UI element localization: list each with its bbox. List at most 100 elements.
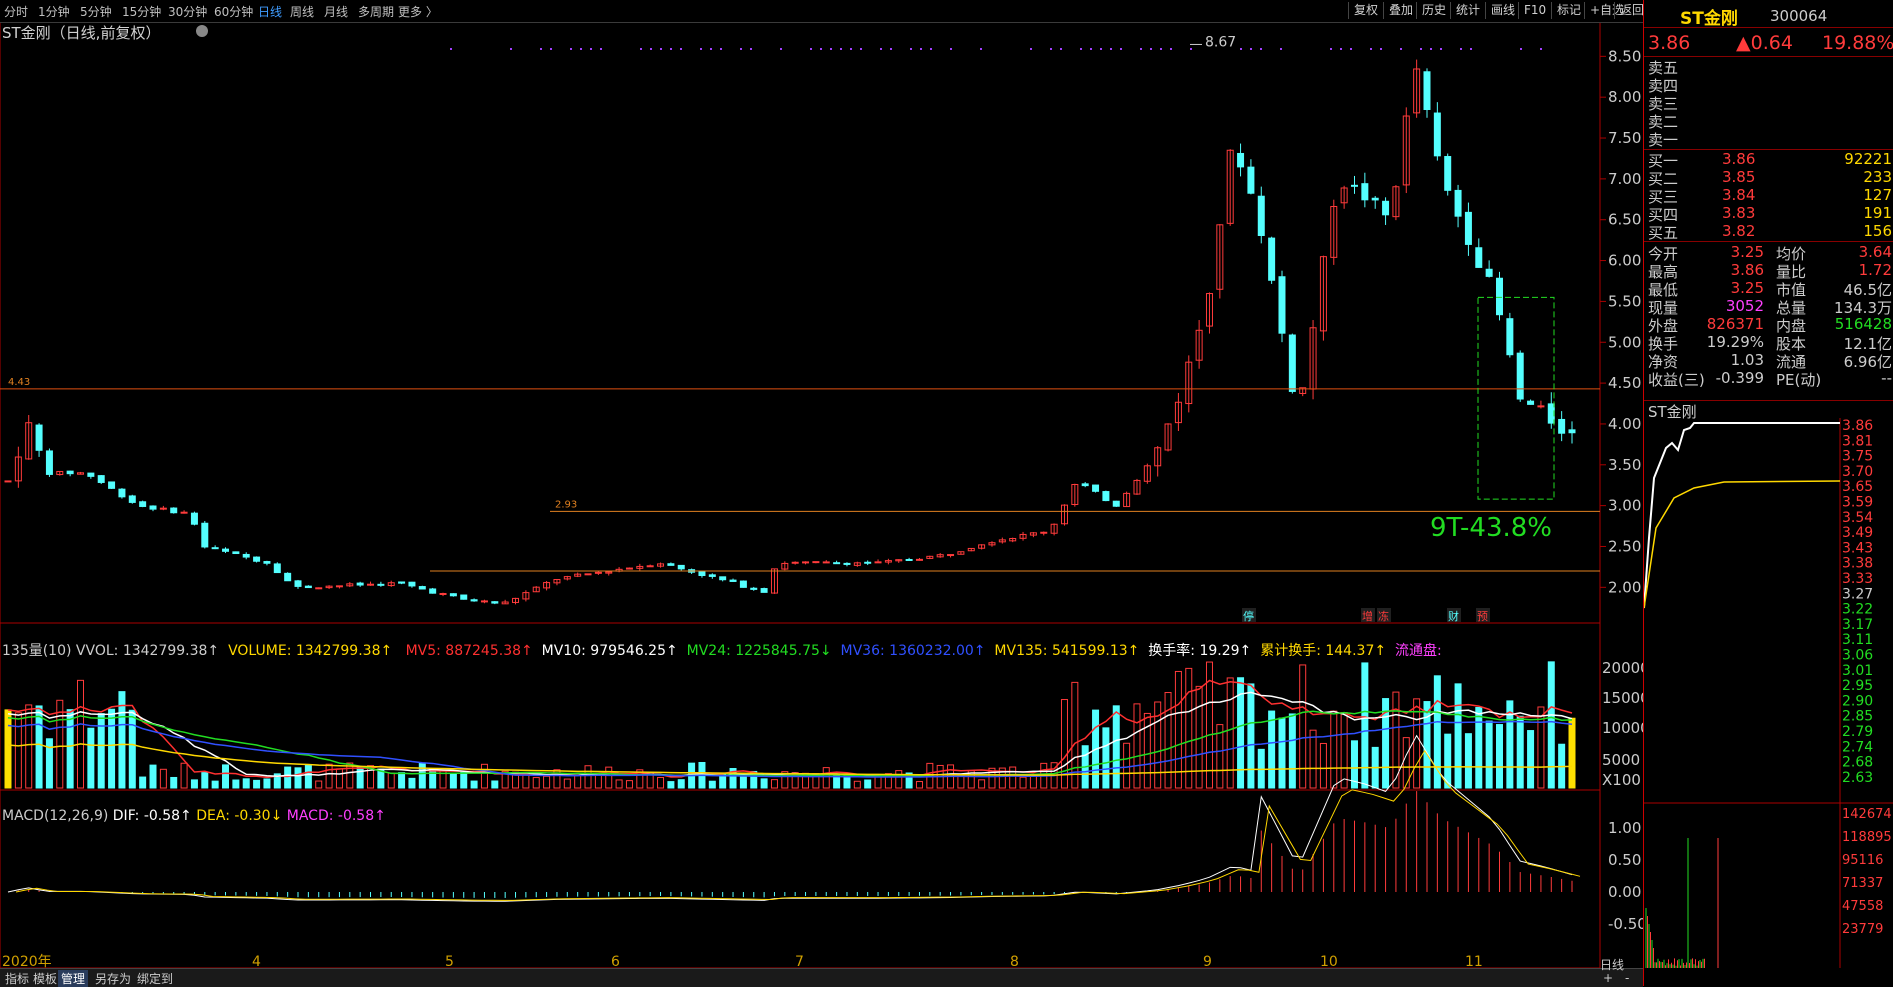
period-tab-7[interactable]: 周线 [290,3,314,20]
volume-bar [523,774,529,788]
candle-body [1569,430,1575,433]
stat-row-7: 收益(三) -0.399 PE(动) -- [1648,369,1892,387]
volume-bar [854,781,860,788]
volume-bar [295,768,301,788]
marker-dot [450,48,452,50]
mini-price-tick: 3.65 [1842,479,1873,495]
main-panel-border [0,22,1600,623]
volume-bar [1496,725,1502,788]
period-tab-4[interactable]: 30分钟 [168,3,207,20]
mini-price-tick: 3.54 [1842,510,1873,526]
period-tab-5[interactable]: 60分钟 [214,3,253,20]
mini-price-tick: 3.70 [1842,464,1873,480]
candle-body [430,589,436,593]
candle-body [492,602,498,603]
candle-body [709,575,715,577]
stat-cell-3: 516428 [1835,315,1892,333]
period-tab-9[interactable]: 多周期 [358,3,394,20]
period-tab-6[interactable]: 日线 [258,3,282,20]
stat-row-6: 净资 1.03 流通 6.96亿 [1648,351,1892,369]
mini-vol-tick: 71337 [1842,876,1883,891]
marker-dot [1120,48,1122,50]
marker-dot [700,48,702,50]
stat-row-4: 外盘 826371 内盘 516428 [1648,315,1892,333]
period-tab-0[interactable]: 分时 [4,3,28,20]
toolbar-button-2[interactable]: 历史 [1416,2,1451,19]
marker-dot [850,48,852,50]
candle-body [1528,401,1534,404]
volume-bar [606,767,612,788]
toolbar-button-4[interactable]: 画线 [1485,2,1520,19]
toolbar-button-6[interactable]: 标记 [1551,2,1586,19]
candle-body [481,601,487,602]
period-tab-1[interactable]: 1分钟 [38,3,70,20]
candle-body [212,548,218,549]
marker-dot [1060,48,1062,50]
candle-body [1113,501,1119,506]
marker-dot [740,48,742,50]
volume-bar [1455,684,1461,788]
candle-body [823,562,829,563]
period-tab-8[interactable]: 月线 [324,3,348,20]
intraday-mini-chart[interactable]: 3.863.813.753.703.653.593.543.493.433.38… [1644,418,1893,968]
bottom-tab-4[interactable]: 绑定到 [134,970,176,987]
level-label-293: 2.93 [555,499,577,510]
mini-price-tick: 3.59 [1842,495,1873,511]
sell-row-4: 卖一 [1648,129,1892,147]
mini-price-tick: 2.90 [1842,693,1873,709]
volume-bar [1144,713,1150,788]
marker-dot [1540,48,1542,50]
stat-row-0: 今开 3.25 均价 3.64 [1648,243,1892,261]
toolbar-button-1[interactable]: 叠加 [1383,2,1418,19]
stat-cell-1: 3.25 [1731,279,1764,297]
buy-price: 3.83 [1722,204,1755,222]
bottom-tab-1[interactable]: 模板 [30,970,60,987]
current-price: 3.86 [1648,32,1690,54]
toolbar-button-3[interactable]: 统计 [1450,2,1485,19]
price-tick-label: 7.00 [1608,170,1641,188]
candle-body [1424,72,1430,110]
volume-bar [1165,693,1171,788]
bottom-right-1[interactable]: + [1600,971,1616,985]
candle-body [368,584,374,585]
stat-cell-1: 1.03 [1731,351,1764,369]
marker-dot [670,48,672,50]
volume-header: 135量(10) VVOL: 1342799.38↑ VOLUME: 13427… [2,640,1442,660]
candle-body [1041,532,1047,533]
price-tick-label: 3.50 [1608,456,1641,474]
buy-row-2: 买三 3.84 127 [1648,186,1892,204]
period-tab-2[interactable]: 5分钟 [80,3,112,20]
candle-body [471,600,477,601]
toolbar-button-5[interactable]: F10 [1518,2,1551,19]
mini-price-tick: 3.75 [1842,449,1873,465]
vvol: VVOL: 1342799.38↑ [71,643,219,659]
price-tick-label: 5.50 [1608,292,1641,310]
bottom-right-2[interactable]: - [1622,971,1632,985]
candle-body [1548,404,1554,423]
candle-body [254,557,260,561]
candle-body [409,582,415,586]
volume-bar [1486,721,1492,788]
kline-chart[interactable]: 8.50 8.00 7.50 7.00 6.50 6.00 5.50 5.00 4.50 4.00… [0,0,1643,986]
bottom-tab-0[interactable]: 指标 [2,970,32,987]
buy-label: 买五 [1648,222,1678,243]
chevron-down-icon[interactable] [196,25,208,37]
candle-body [305,586,311,587]
volume-bar [471,781,477,788]
period-tab-3[interactable]: 15分钟 [122,3,161,20]
marker-dot [1370,48,1372,50]
marker-dot [1380,48,1382,50]
volume-bar [1227,678,1233,788]
event-tag-4: 预 [1477,610,1488,623]
buy-price: 3.86 [1722,150,1755,168]
volume-bar [958,776,964,788]
bottom-tab-3[interactable]: 另存为 [92,970,134,987]
candle-body [264,562,270,564]
bottom-tab-2[interactable]: 管理 [58,970,88,987]
marker-dot [1470,48,1472,50]
period-tab-10[interactable]: 更多 〉 [398,3,438,20]
volume-tick-label: 5000 [1602,751,1640,769]
volume-bar [150,765,156,788]
marker-dot [1240,48,1242,50]
toolbar-button-0[interactable]: 复权 [1348,2,1383,19]
